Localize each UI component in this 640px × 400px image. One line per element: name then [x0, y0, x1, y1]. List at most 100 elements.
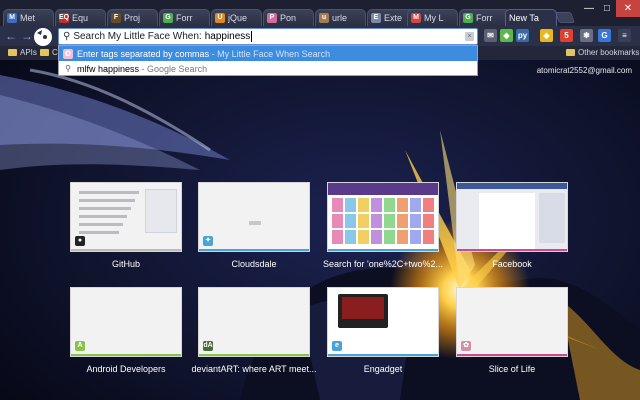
most-visited-tile[interactable]: e: [327, 287, 439, 357]
preview-feed: [479, 193, 535, 249]
tab[interactable]: F Proj: [107, 9, 158, 26]
tile-title[interactable]: deviantART: where ART meet...: [179, 364, 329, 374]
tab-favicon-icon: M: [7, 13, 17, 23]
preview-image: [423, 214, 434, 228]
tab-label: Forr: [476, 13, 493, 23]
loading-indicator: [249, 221, 261, 225]
tab-label: urle: [332, 13, 348, 23]
preview-image: [397, 198, 408, 212]
preview-image: [371, 230, 382, 244]
most-visited-tile[interactable]: [456, 182, 568, 252]
preview-image: [410, 230, 421, 244]
mail-icon[interactable]: ✉: [484, 29, 497, 42]
tab[interactable]: P Pon: [263, 9, 314, 26]
tab-active[interactable]: New Ta: [505, 9, 557, 26]
badge-icon[interactable]: 5: [560, 29, 573, 42]
suggestion-main: Enter tags separated by commas: [77, 48, 210, 59]
other-bookmarks[interactable]: Other bookmarks: [566, 48, 639, 57]
puzzle-icon[interactable]: ◆: [500, 29, 513, 42]
tile-title[interactable]: Slice of Life: [437, 364, 587, 374]
bookmark-label: APIs: [20, 48, 37, 57]
tile-accent-bar: [71, 249, 181, 251]
preview-header: [457, 183, 567, 189]
tab-label: jQue: [228, 13, 248, 23]
preview-laptop-screen: [342, 297, 384, 319]
most-visited-tile[interactable]: [327, 182, 439, 252]
most-visited-tile[interactable]: ✿: [456, 287, 568, 357]
account-email[interactable]: atomicrat2552@gmail.com: [537, 66, 632, 75]
close-window-button[interactable]: ✕: [616, 0, 640, 17]
minimize-button[interactable]: —: [580, 0, 598, 17]
folder-icon: [8, 49, 17, 56]
most-visited-tile[interactable]: ✦: [198, 182, 310, 252]
tile-title[interactable]: Search for 'one%2C+two%2...: [308, 259, 458, 269]
preview-image: [423, 230, 434, 244]
most-visited-tile[interactable]: dA: [198, 287, 310, 357]
tab[interactable]: M My L: [407, 9, 458, 26]
tab-favicon-icon: P: [267, 13, 277, 23]
preview-image: [332, 198, 343, 212]
bookmark-folder-apis[interactable]: APIs: [8, 48, 37, 57]
search-icon: ⚲: [63, 31, 71, 42]
preview-image: [345, 198, 356, 212]
tab[interactable]: M Met: [3, 9, 54, 26]
tab-favicon-icon: M: [411, 13, 421, 23]
tab-favicon-icon: EQ: [59, 13, 70, 23]
preview-header: [328, 183, 438, 195]
tile-title[interactable]: Cloudsdale: [179, 259, 329, 269]
python-icon[interactable]: py: [516, 29, 529, 42]
maximize-button[interactable]: □: [598, 0, 616, 17]
site-favicon-icon: e: [332, 341, 342, 351]
bookmark-label: C: [52, 48, 58, 57]
tab-label: My L: [424, 13, 444, 23]
tab-label: Met: [20, 13, 36, 23]
shield-icon[interactable]: ◈: [540, 29, 553, 42]
pony-search-icon: ✿: [63, 48, 73, 59]
tab-label: Forr: [176, 13, 193, 23]
omnibox-suggestions: ✿ Enter tags separated by commas - My Li…: [58, 45, 478, 76]
tab-favicon-icon: G: [463, 13, 473, 23]
suggestion-row[interactable]: ⚲ mlfw happiness - Google Search: [59, 61, 477, 76]
tile-accent-bar: [199, 354, 309, 356]
suggestion-row[interactable]: ✿ Enter tags separated by commas - My Li…: [59, 46, 477, 61]
tab[interactable]: UjQue: [211, 9, 262, 26]
bookmark-folder[interactable]: C: [40, 48, 58, 57]
tile-title[interactable]: Facebook: [437, 259, 587, 269]
address-bar[interactable]: ⚲ Search My Little Face When: happiness …: [58, 28, 478, 45]
keyword-search-label: Search My Little Face When:: [73, 31, 202, 42]
tab-favicon-icon: F: [111, 13, 121, 23]
gear-icon[interactable]: ✱: [580, 29, 593, 42]
translate-icon[interactable]: G: [598, 29, 611, 42]
preview-line: [79, 207, 131, 210]
suggestion-source: My Little Face When Search: [217, 48, 331, 59]
back-icon[interactable]: ←: [4, 29, 18, 43]
omnibox-value[interactable]: happiness: [205, 31, 251, 42]
preview-line: [79, 199, 135, 202]
menu-icon[interactable]: ≡: [618, 29, 631, 42]
new-tab-button[interactable]: [554, 12, 576, 23]
preview-line: [79, 231, 119, 234]
tab[interactable]: EQ Equ: [55, 9, 106, 26]
preview-image: [358, 230, 369, 244]
tab[interactable]: u urle: [315, 9, 366, 26]
most-visited-tile[interactable]: A: [70, 287, 182, 357]
preview-image: [345, 214, 356, 228]
most-visited-tile[interactable]: ●: [70, 182, 182, 252]
preview-line: [79, 191, 139, 194]
tab-label: Proj: [124, 13, 141, 23]
tab[interactable]: G Forr: [159, 9, 210, 26]
text-caret: [251, 31, 253, 42]
preview-image: [397, 214, 408, 228]
preview-sidebar: [145, 189, 177, 233]
tile-accent-bar: [199, 249, 309, 251]
tab-label: Pon: [280, 13, 297, 23]
site-favicon-icon: ✦: [203, 236, 213, 246]
tab-strip: M Met EQ Equ F Proj G Forr UjQue P Pon u urle E Exte M M…: [0, 0, 640, 26]
folder-icon: [40, 49, 49, 56]
preview-image: [397, 230, 408, 244]
tile-title[interactable]: Engadget: [308, 364, 458, 374]
browser-window: M Met EQ Equ F Proj G Forr UjQue P Pon u urle E Exte M M…: [0, 0, 640, 400]
preview-image: [371, 198, 382, 212]
tab[interactable]: G Forr: [459, 9, 510, 26]
clear-icon[interactable]: ×: [465, 32, 474, 41]
